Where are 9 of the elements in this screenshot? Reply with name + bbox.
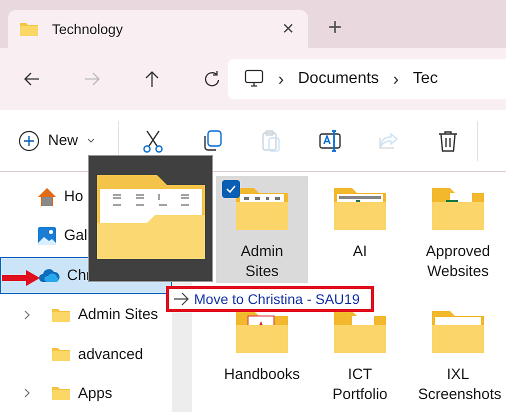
- folder-name: Handbooks: [223, 365, 301, 385]
- breadcrumb-separator: ›: [278, 68, 284, 90]
- folder-name: AI: [352, 242, 368, 262]
- tab-title: Technology: [52, 21, 124, 37]
- breadcrumb-separator: ›: [392, 68, 399, 90]
- folder-name: Admin Sites: [240, 242, 284, 282]
- folder-name: ICT Portfolio: [331, 365, 389, 405]
- folder-name: Approved Websites: [424, 242, 492, 282]
- tooltip-text: Move to Christina - SAU19: [194, 291, 360, 307]
